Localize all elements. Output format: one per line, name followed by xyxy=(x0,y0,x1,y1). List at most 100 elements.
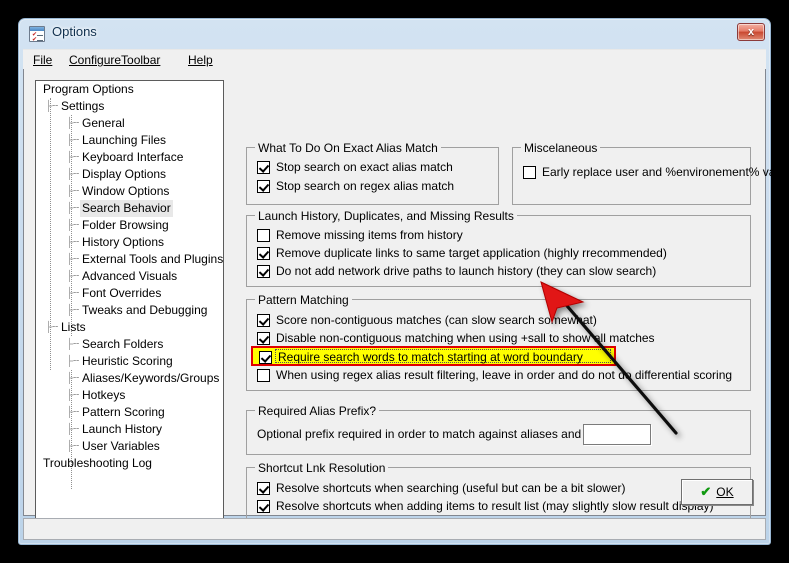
close-icon[interactable]: x xyxy=(737,23,765,41)
checkbox-early-replace-vars[interactable]: Early replace user and %environement% va… xyxy=(523,165,785,181)
tree-branch-icon: ├╌ xyxy=(66,373,80,384)
tree-branch-icon: ├╌ xyxy=(66,390,80,401)
checkbox-icon[interactable] xyxy=(523,166,536,179)
menu-item-file[interactable]: File xyxy=(28,52,57,68)
checkbox-resolve-shortcuts-result-list[interactable]: Resolve shortcuts when adding items to r… xyxy=(257,499,714,515)
checkbox-label: Stop search on exact alias match xyxy=(276,160,453,174)
checkbox-regex-alias-no-differential-scoring[interactable]: When using regex alias result filtering,… xyxy=(257,368,732,384)
tree-item-keyboard-interface[interactable]: ⌐├╌Keyboard Interface xyxy=(36,149,223,166)
menu-item-configure-toolbar[interactable]: ConfigureToolbar xyxy=(64,52,165,68)
tree-item-label: Heuristic Scoring xyxy=(82,354,173,368)
tree-item-search-folders[interactable]: ⌐├╌Search Folders xyxy=(36,336,223,353)
tree-item-label: General xyxy=(82,116,125,130)
tree-item-tweaks-and-debugging[interactable]: ⌐├╌Tweaks and Debugging xyxy=(36,302,223,319)
tree-item-label: User Variables xyxy=(82,439,160,453)
tree-item-heuristic-scoring[interactable]: ⌐├╌Heuristic Scoring xyxy=(36,353,223,370)
tree-branch-icon: ├╌ xyxy=(45,322,59,333)
tree-item-launch-history[interactable]: ⌐├╌Launch History xyxy=(36,421,223,438)
tree-item-label: External Tools and Plugins xyxy=(82,252,224,266)
menu-help-label: Help xyxy=(188,53,213,67)
tree-item-folder-browsing[interactable]: ⌐├╌Folder Browsing xyxy=(36,217,223,234)
checkbox-no-network-drive-paths[interactable]: Do not add network drive paths to launch… xyxy=(257,264,656,280)
checkbox-require-word-boundary[interactable]: Require search words to match starting a… xyxy=(259,350,583,366)
checkbox-remove-duplicate-links[interactable]: Remove duplicate links to same target ap… xyxy=(257,246,667,262)
tree-item-aliases-keywords-groups[interactable]: ⌐├╌Aliases/Keywords/Groups xyxy=(36,370,223,387)
tree-item-lists[interactable]: ⌐├╌Lists xyxy=(36,319,223,336)
checkbox-remove-missing-items[interactable]: Remove missing items from history xyxy=(257,228,463,244)
checkbox-stop-search-exact-alias[interactable]: Stop search on exact alias match xyxy=(257,160,453,176)
checkbox-label: Remove duplicate links to same target ap… xyxy=(276,246,667,260)
ok-button[interactable]: ✔ OK xyxy=(681,479,753,505)
tree-item-history-options[interactable]: ⌐├╌History Options xyxy=(36,234,223,251)
tree-branch-icon: ├╌ xyxy=(66,288,80,299)
tree-item-display-options[interactable]: ⌐├╌Display Options xyxy=(36,166,223,183)
tree-item-label: Pattern Scoring xyxy=(82,405,165,419)
tree-item-window-options[interactable]: ⌐├╌Window Options xyxy=(36,183,223,200)
menu-item-help[interactable]: Help xyxy=(183,52,218,68)
tree-item-label: Troubleshooting Log xyxy=(43,456,152,470)
tree-item-label: Aliases/Keywords/Groups xyxy=(82,371,220,385)
group-miscelaneous: Miscelaneous Early replace user and %env… xyxy=(512,141,785,205)
checkbox-icon[interactable] xyxy=(257,332,270,345)
tree-branch-icon: ├╌ xyxy=(66,135,80,146)
group-exact-alias-match-caption: What To Do On Exact Alias Match xyxy=(255,141,441,155)
alias-prefix-input[interactable] xyxy=(583,424,651,445)
options-window: ✔ ✔ Options x File ConfigureToolbar Help… xyxy=(18,18,785,545)
group-required-alias-prefix-caption: Required Alias Prefix? xyxy=(255,404,380,418)
window-title: Options xyxy=(52,24,97,39)
tree-item-advanced-visuals[interactable]: ⌐├╌Advanced Visuals xyxy=(36,268,223,285)
menu-bar: File ConfigureToolbar Help xyxy=(23,49,766,69)
group-pattern-matching: Pattern Matching Score non-contiguous ma… xyxy=(246,293,751,391)
checkbox-icon[interactable] xyxy=(257,180,270,193)
tree-item-label: Advanced Visuals xyxy=(82,269,178,283)
group-miscelaneous-caption: Miscelaneous xyxy=(521,141,601,155)
checkbox-icon[interactable] xyxy=(257,500,270,513)
tree-branch-icon: ├╌ xyxy=(66,424,80,435)
tree-item-program-options[interactable]: Program Options xyxy=(36,81,223,98)
checkbox-disable-non-contiguous-sall[interactable]: Disable non-contiguous matching when usi… xyxy=(257,331,655,347)
checkbox-label: Require search words to match starting a… xyxy=(278,350,583,364)
checkbox-icon[interactable] xyxy=(257,265,270,278)
tree-item-label: Hotkeys xyxy=(82,388,126,402)
checkbox-resolve-shortcuts-searching[interactable]: Resolve shortcuts when searching (useful… xyxy=(257,481,626,497)
tree-item-label: Search Behavior xyxy=(80,200,173,217)
checkbox-icon[interactable] xyxy=(259,351,272,364)
title-bar[interactable]: ✔ ✔ Options x xyxy=(19,19,770,49)
tree-item-label: Font Overrides xyxy=(82,286,162,300)
tree-item-search-behavior[interactable]: ⌐├╌Search Behavior xyxy=(36,200,223,217)
group-shortcut-lnk-caption: Shortcut Lnk Resolution xyxy=(255,461,389,475)
tree-branch-icon: ├╌ xyxy=(66,356,80,367)
checkbox-label: When using regex alias result filtering,… xyxy=(276,368,733,382)
checkbox-score-non-contiguous[interactable]: Score non-contiguous matches (can slow s… xyxy=(257,313,597,329)
tree-branch-icon: ├╌ xyxy=(66,407,80,418)
menu-configure-toolbar-label: ConfigureToolbar xyxy=(69,53,161,67)
tree-item-general[interactable]: ⌐├╌General xyxy=(36,115,223,132)
tree-item-user-variables[interactable]: ⌐├╌User Variables xyxy=(36,438,223,455)
checkbox-icon[interactable] xyxy=(257,229,270,242)
options-tree[interactable]: Program Options⌐├╌Settings⌐├╌General⌐├╌L… xyxy=(35,80,224,536)
tree-item-pattern-scoring[interactable]: ⌐├╌Pattern Scoring xyxy=(36,404,223,421)
tree-item-external-tools-and-plugins[interactable]: ⌐├╌External Tools and Plugins xyxy=(36,251,223,268)
tree-item-label: Lists xyxy=(61,320,86,334)
tree-item-launching-files[interactable]: ⌐├╌Launching Files xyxy=(36,132,223,149)
tree-item-font-overrides[interactable]: ⌐├╌Font Overrides xyxy=(36,285,223,302)
checkbox-icon[interactable] xyxy=(257,314,270,327)
checkbox-icon[interactable] xyxy=(257,161,270,174)
checkbox-require-word-boundary-highlight[interactable]: Require search words to match starting a… xyxy=(251,346,616,366)
group-exact-alias-match: What To Do On Exact Alias Match Stop sea… xyxy=(246,141,499,205)
checkbox-icon[interactable] xyxy=(257,369,270,382)
tree-item-hotkeys[interactable]: ⌐├╌Hotkeys xyxy=(36,387,223,404)
tree-item-label: Settings xyxy=(61,99,105,113)
menu-file-label: File xyxy=(33,53,53,67)
tree-item-label: Search Folders xyxy=(82,337,164,351)
tree-branch-icon: ├╌ xyxy=(66,339,80,350)
tree-item-troubleshooting-log[interactable]: Troubleshooting Log xyxy=(36,455,223,472)
checkbox-stop-search-regex-alias[interactable]: Stop search on regex alias match xyxy=(257,179,454,195)
checkbox-label: Resolve shortcuts when searching (useful… xyxy=(276,481,626,495)
tree-item-label: Launch History xyxy=(82,422,163,436)
tree-item-label: Window Options xyxy=(82,184,170,198)
checkbox-icon[interactable] xyxy=(257,247,270,260)
tree-item-settings[interactable]: ⌐├╌Settings xyxy=(36,98,223,115)
tree-item-label: Tweaks and Debugging xyxy=(82,303,208,317)
checkbox-icon[interactable] xyxy=(257,482,270,495)
